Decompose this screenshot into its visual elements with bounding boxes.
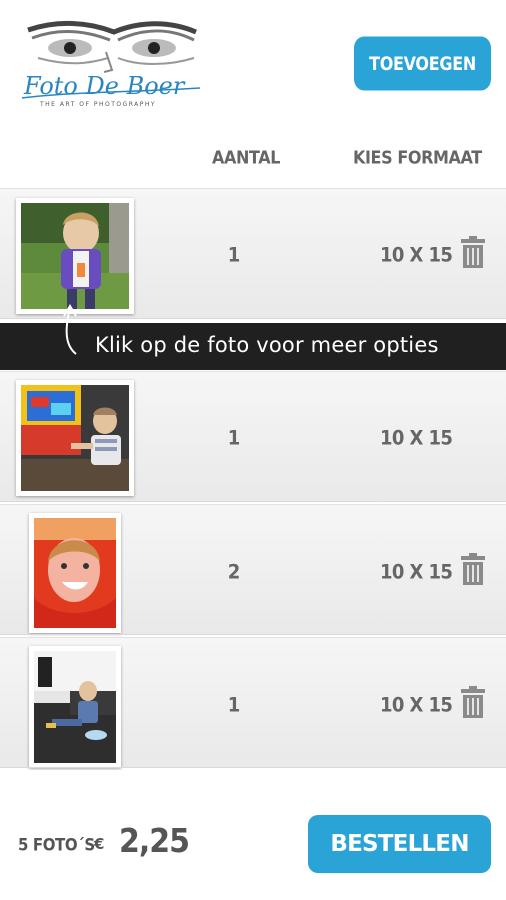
format-value[interactable]: 10 X 15 bbox=[380, 694, 453, 717]
total-price: 2,25 bbox=[119, 822, 190, 861]
photo-thumbnail[interactable] bbox=[29, 646, 121, 768]
photo-list-item: 2 10 X 15 bbox=[0, 504, 506, 635]
format-value[interactable]: 10 X 15 bbox=[380, 244, 453, 267]
toddler-on-floor-photo bbox=[34, 651, 116, 763]
photo-thumbnail[interactable] bbox=[29, 513, 121, 633]
format-value[interactable]: 10 X 15 bbox=[380, 427, 453, 450]
column-header-format: KIES FORMAAT bbox=[353, 146, 482, 168]
quantity-value[interactable]: 1 bbox=[222, 694, 246, 717]
curved-arrow-up-icon bbox=[63, 304, 77, 355]
column-header-quantity: AANTAL bbox=[212, 146, 281, 168]
photo-thumbnail[interactable] bbox=[16, 198, 134, 314]
child-in-red-hood-photo bbox=[34, 518, 116, 628]
format-value[interactable]: 10 X 15 bbox=[380, 561, 453, 584]
boy-at-arcade-game-photo bbox=[21, 385, 129, 491]
brand-logo: Foto De Boer THE ART OF PHOTOGRAPHY bbox=[18, 18, 202, 118]
trash-icon[interactable] bbox=[461, 686, 485, 718]
order-button[interactable]: BESTELLEN bbox=[308, 815, 491, 873]
photo-list-item: 1 10 X 15 bbox=[0, 637, 506, 768]
add-photo-button-label: TOEVOEGEN bbox=[369, 52, 476, 75]
photo-list-item: 1 10 X 15 bbox=[0, 188, 506, 319]
trash-icon[interactable] bbox=[461, 553, 485, 585]
tip-text: Klik op de foto voor meer opties bbox=[95, 333, 439, 357]
photo-count: 5 FOTO´S bbox=[18, 835, 95, 855]
girl-in-purple-jacket-photo bbox=[21, 203, 129, 309]
header: Foto De Boer THE ART OF PHOTOGRAPHY TOEV… bbox=[0, 0, 506, 132]
quantity-value[interactable]: 1 bbox=[222, 244, 246, 267]
trash-icon[interactable] bbox=[461, 236, 485, 268]
quantity-value[interactable]: 2 bbox=[222, 561, 246, 584]
add-photo-button[interactable]: TOEVOEGEN bbox=[354, 36, 491, 91]
photo-thumbnail[interactable] bbox=[16, 380, 134, 496]
photo-list-item: 1 10 X 15 bbox=[0, 371, 506, 502]
svg-text:THE ART OF PHOTOGRAPHY: THE ART OF PHOTOGRAPHY bbox=[39, 101, 156, 108]
currency-symbol: € bbox=[94, 835, 105, 853]
quantity-value[interactable]: 1 bbox=[222, 427, 246, 450]
order-button-label: BESTELLEN bbox=[330, 831, 469, 857]
